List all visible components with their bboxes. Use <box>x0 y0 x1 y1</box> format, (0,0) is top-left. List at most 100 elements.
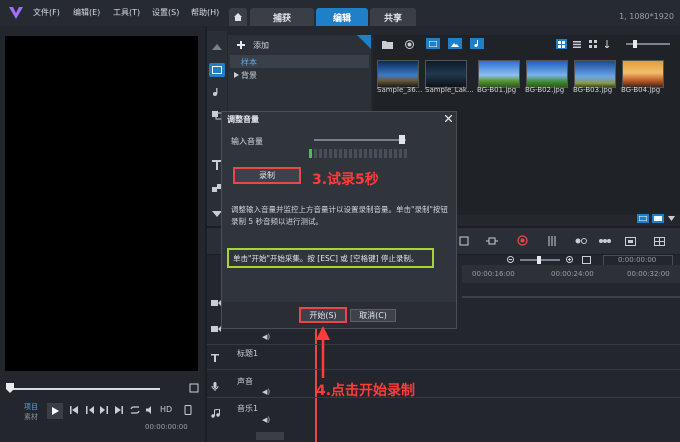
play-icon[interactable] <box>47 403 63 419</box>
track-divider <box>207 397 680 398</box>
device-icon[interactable] <box>182 404 194 416</box>
start-instruction: 单击"开始"开始采集。按 [ESC] 或 [空格键] 停止录制。 <box>227 248 434 268</box>
track-label-music: 音乐1 <box>237 404 259 413</box>
thumbnail-bg-b01[interactable] <box>478 60 520 88</box>
music-track-icon <box>209 407 221 419</box>
collapse-panel-icon[interactable] <box>666 214 676 223</box>
preview-scrubber[interactable] <box>10 388 160 390</box>
subtitle-editor-icon[interactable] <box>598 235 612 247</box>
menu-settings[interactable]: 设置(S) <box>152 7 179 19</box>
start-button[interactable]: 开始(S) <box>299 307 347 323</box>
sort-icon[interactable] <box>603 39 614 49</box>
menu-help[interactable]: 帮助(H) <box>191 7 219 19</box>
tab-capture[interactable]: 捕获 <box>250 8 314 26</box>
add-folder-label[interactable]: 添加 <box>253 40 269 51</box>
preview-screen <box>5 36 198 371</box>
scroll-up-icon[interactable] <box>209 41 225 53</box>
menu-tools[interactable]: 工具(T) <box>113 7 140 19</box>
add-icon[interactable] <box>236 40 245 49</box>
tree-item-backgrounds[interactable]: 背景 <box>241 70 257 81</box>
tab-edit[interactable]: 编辑 <box>316 8 368 26</box>
go-to-start-icon[interactable] <box>69 405 79 415</box>
thumbnail-view-icon[interactable] <box>556 39 567 49</box>
record-voiceover-icon[interactable] <box>515 234 529 247</box>
zoom-in-icon[interactable] <box>565 255 575 265</box>
meter-segment <box>339 149 342 158</box>
resolution-label: 1, 1080*1920 <box>619 12 674 21</box>
home-icon[interactable] <box>229 8 247 26</box>
meter-segment <box>344 149 347 158</box>
instant-project-icon[interactable] <box>209 85 225 99</box>
meter-segment <box>399 149 402 158</box>
thumbnail-sample-36[interactable] <box>377 60 419 88</box>
volume-icon[interactable] <box>145 405 157 415</box>
list-view-icon[interactable] <box>571 39 582 49</box>
menu-file[interactable]: 文件(F) <box>33 7 60 19</box>
track-volume-icon[interactable]: ◀) <box>262 333 270 341</box>
media-category-icon[interactable] <box>209 63 225 77</box>
meter-segment <box>359 149 362 158</box>
ruler-time: 00:00:32:00 <box>627 270 670 278</box>
menu-edit[interactable]: 编辑(E) <box>73 7 100 19</box>
thumbnail-size-knob[interactable] <box>633 40 637 48</box>
record-capture-icon[interactable] <box>404 39 414 49</box>
input-volume-knob[interactable] <box>399 135 405 144</box>
step3-annotation: 3.试录5秒 <box>312 172 379 188</box>
track-label-voice: 声音 <box>237 377 253 386</box>
repeat-icon[interactable] <box>129 405 141 415</box>
expand-arrow-icon[interactable] <box>233 71 239 79</box>
clip-mode-label[interactable]: 素材 <box>24 412 38 422</box>
project-mode-label[interactable]: 项目 <box>24 402 38 412</box>
track-volume-icon[interactable]: ◀) <box>262 388 270 396</box>
split-screen-icon[interactable] <box>653 235 666 247</box>
zoom-out-icon[interactable] <box>506 255 516 265</box>
timeline-scrollbar[interactable] <box>462 296 680 298</box>
thumbnail-label: BG-B01.jpg <box>477 86 517 94</box>
meter-segment <box>369 149 372 158</box>
cancel-button[interactable]: 取消(C) <box>350 309 396 322</box>
timeline-zoom-knob[interactable] <box>537 256 541 264</box>
next-frame-icon[interactable] <box>99 405 109 415</box>
preview-timecode[interactable]: 00:00:00:00 <box>145 423 188 431</box>
motion-tracking-icon[interactable] <box>574 235 588 247</box>
browse-panel-icon[interactable] <box>652 214 664 223</box>
fit-project-icon[interactable] <box>581 255 592 265</box>
detail-view-icon[interactable] <box>587 39 598 49</box>
record-button[interactable]: 录制 <box>233 167 301 184</box>
thumbnail-label: Sample_Lak... <box>425 86 474 94</box>
pan-zoom-icon[interactable] <box>485 235 499 247</box>
input-volume-slider[interactable] <box>314 139 406 141</box>
meter-segment <box>324 149 327 158</box>
show-audio-icon[interactable] <box>470 38 484 49</box>
tree-item-samples[interactable]: 样本 <box>241 57 257 68</box>
timeline-tool-icon[interactable] <box>458 235 470 247</box>
annotation-arrow-icon <box>316 326 330 378</box>
track-scroll-handle[interactable] <box>256 432 284 440</box>
go-to-end-icon[interactable] <box>114 405 124 415</box>
meter-segment <box>389 149 392 158</box>
close-icon[interactable] <box>444 114 453 123</box>
audio-mixer-icon[interactable] <box>546 235 558 247</box>
meter-segment <box>334 149 337 158</box>
previous-frame-icon[interactable] <box>85 405 95 415</box>
thumbnail-bg-b04[interactable] <box>622 60 664 88</box>
thumbnail-bg-b02[interactable] <box>526 60 568 88</box>
meter-segment <box>309 149 312 158</box>
enlarge-preview-icon[interactable] <box>188 382 200 394</box>
import-folder-icon[interactable] <box>381 39 393 49</box>
thumbnail-sample-lake[interactable] <box>425 60 467 88</box>
show-video-icon[interactable] <box>426 38 440 49</box>
track-divider <box>207 369 680 370</box>
ruler-time: 00:00:16:00 <box>472 270 515 278</box>
options-panel-icon[interactable] <box>637 214 649 223</box>
track-volume-icon[interactable]: ◀) <box>262 416 270 424</box>
thumbnail-bg-b03[interactable] <box>574 60 616 88</box>
show-photo-icon[interactable] <box>448 38 462 49</box>
meter-segment <box>364 149 367 158</box>
tab-share[interactable]: 共享 <box>370 8 416 26</box>
meter-segment <box>349 149 352 158</box>
meter-segment <box>379 149 382 158</box>
multi-camera-icon[interactable] <box>624 235 637 247</box>
step4-annotation: 4.点击开始录制 <box>316 383 416 399</box>
hd-toggle[interactable]: HD <box>160 405 172 414</box>
